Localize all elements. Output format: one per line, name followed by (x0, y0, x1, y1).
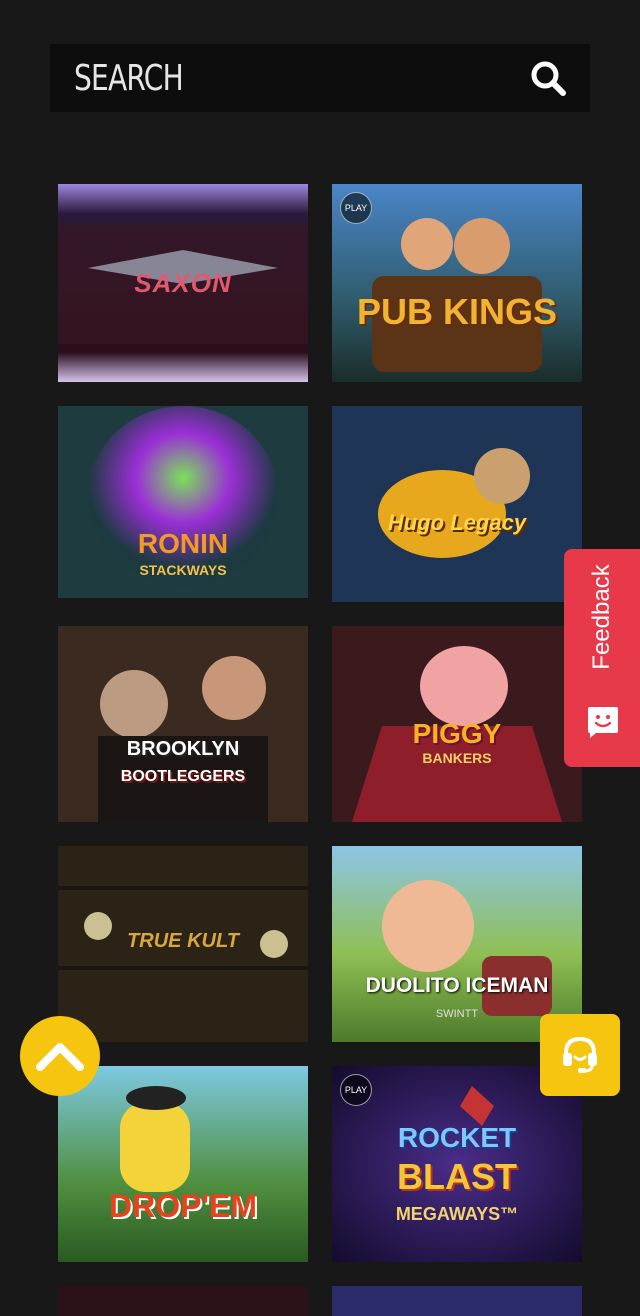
game-thumbnail (332, 626, 582, 822)
support-chat-button[interactable] (540, 1014, 620, 1096)
game-thumbnail (58, 846, 308, 1042)
game-tile-partial[interactable] (58, 1286, 308, 1316)
game-thumbnail (332, 406, 582, 602)
feedback-label: Feedback (588, 564, 615, 670)
game-thumbnail (58, 406, 308, 598)
game-tile-true-kult[interactable]: TRUE KULT (58, 846, 308, 1042)
game-tile-hugo-legacy[interactable]: Hugo Legacy (332, 406, 582, 602)
feedback-tab[interactable]: Feedback (564, 549, 640, 767)
game-tile-ronin-stackways[interactable]: RONIN STACKWAYS (58, 406, 308, 598)
game-thumbnail (332, 846, 582, 1042)
scroll-to-top-button[interactable] (20, 1016, 100, 1096)
game-thumbnail (58, 184, 308, 382)
game-thumbnail (58, 1066, 308, 1262)
headset-icon (563, 1036, 597, 1073)
search-bar[interactable]: SEARCH (50, 44, 590, 112)
game-tile-piggy-bankers[interactable]: PIGGY BANKERS (332, 626, 582, 822)
play-badge: PLAY (340, 192, 372, 224)
game-tile-partial[interactable] (332, 1286, 582, 1316)
search-placeholder[interactable]: SEARCH (74, 58, 428, 99)
game-tile-drop-em[interactable]: DROP'EM (58, 1066, 308, 1262)
game-thumbnail (58, 626, 308, 822)
search-icon[interactable] (528, 58, 568, 98)
play-badge: PLAY (340, 1074, 372, 1106)
game-tile-saxon[interactable]: SAXON (58, 184, 308, 382)
game-tile-duolito-iceman[interactable]: DUOLITO ICEMAN SWINTT (332, 846, 582, 1042)
chevron-up-icon (36, 1043, 84, 1071)
game-tile-pub-kings[interactable]: PLAY PUB KINGS (332, 184, 582, 382)
game-tile-brooklyn-bootleggers[interactable]: BROOKLYN BOOTLEGGERS (58, 626, 308, 822)
chat-face-icon (588, 707, 618, 738)
